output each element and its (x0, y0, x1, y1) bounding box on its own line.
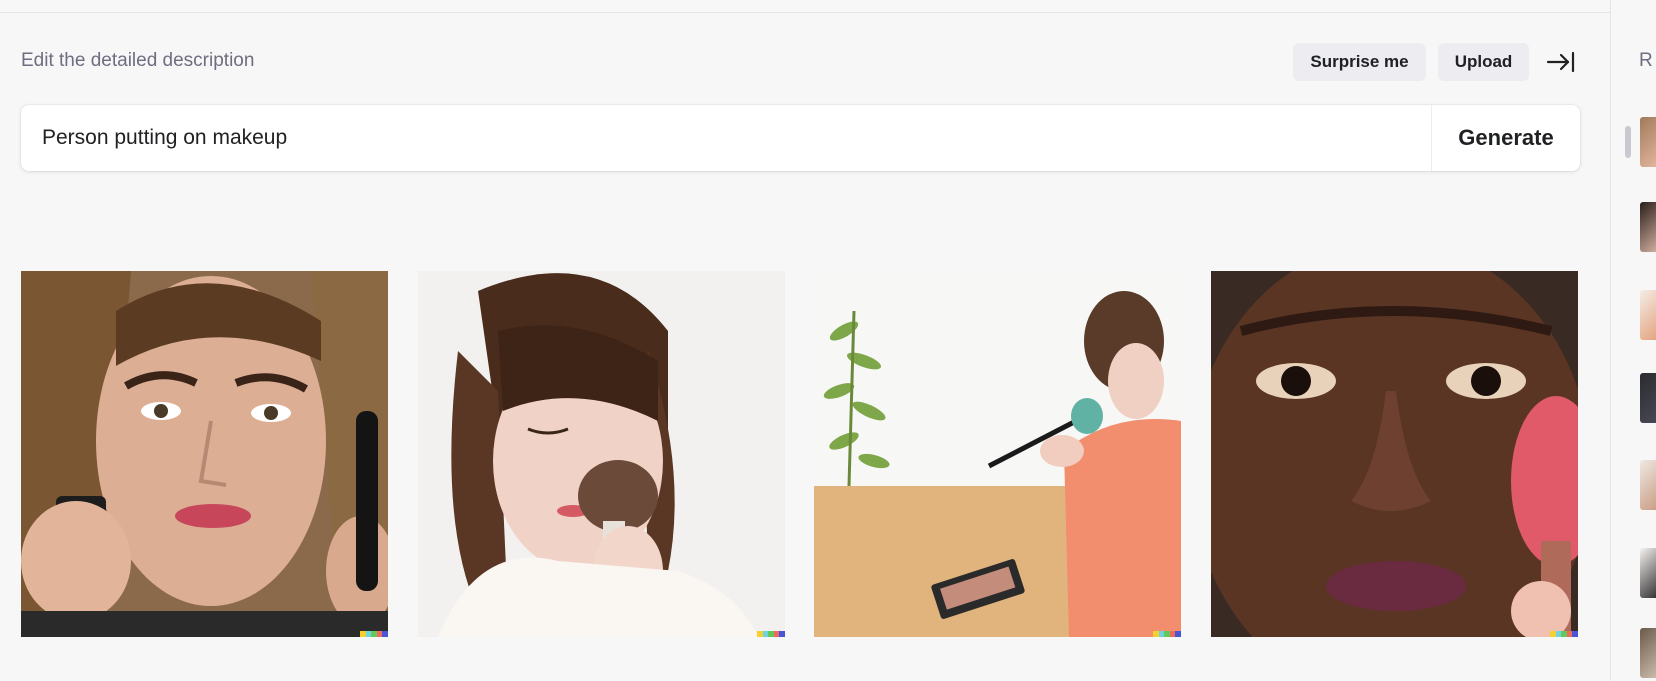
history-thumbnail[interactable] (1640, 290, 1656, 340)
history-thumbnail[interactable] (1640, 117, 1656, 167)
sidebar-title: R (1639, 50, 1653, 71)
results-grid (21, 271, 1580, 637)
image-signature (360, 631, 388, 637)
editor-panel: Edit the detailed description Surprise m… (0, 0, 1610, 681)
signature-swatch (1175, 631, 1181, 637)
upload-button[interactable]: Upload (1438, 43, 1529, 81)
result-image[interactable] (21, 271, 388, 637)
result-image[interactable] (1211, 271, 1578, 637)
history-thumbnail[interactable] (1640, 460, 1656, 510)
surprise-me-button[interactable]: Surprise me (1293, 43, 1426, 81)
result-image[interactable] (814, 271, 1181, 637)
prompt-bar: Person putting on makeup Generate (21, 105, 1580, 171)
image-signature (1550, 631, 1578, 637)
signature-swatch (1572, 631, 1578, 637)
sidebar-scrollbar[interactable] (1625, 126, 1631, 158)
history-thumbnail[interactable] (1640, 373, 1656, 423)
arrow-right-to-bar-icon[interactable] (1546, 49, 1576, 75)
description-label: Edit the detailed description (21, 50, 255, 71)
history-thumbnail[interactable] (1640, 202, 1656, 252)
image-signature (1153, 631, 1181, 637)
generate-button[interactable]: Generate (1432, 105, 1580, 171)
history-thumbnail[interactable] (1640, 548, 1656, 598)
history-thumbnail[interactable] (1640, 628, 1656, 678)
signature-swatch (779, 631, 785, 637)
image-signature (757, 631, 785, 637)
prompt-input[interactable]: Person putting on makeup (21, 105, 1431, 171)
signature-swatch (382, 631, 388, 637)
history-sidebar: R (1610, 0, 1656, 681)
result-image[interactable] (418, 271, 785, 637)
